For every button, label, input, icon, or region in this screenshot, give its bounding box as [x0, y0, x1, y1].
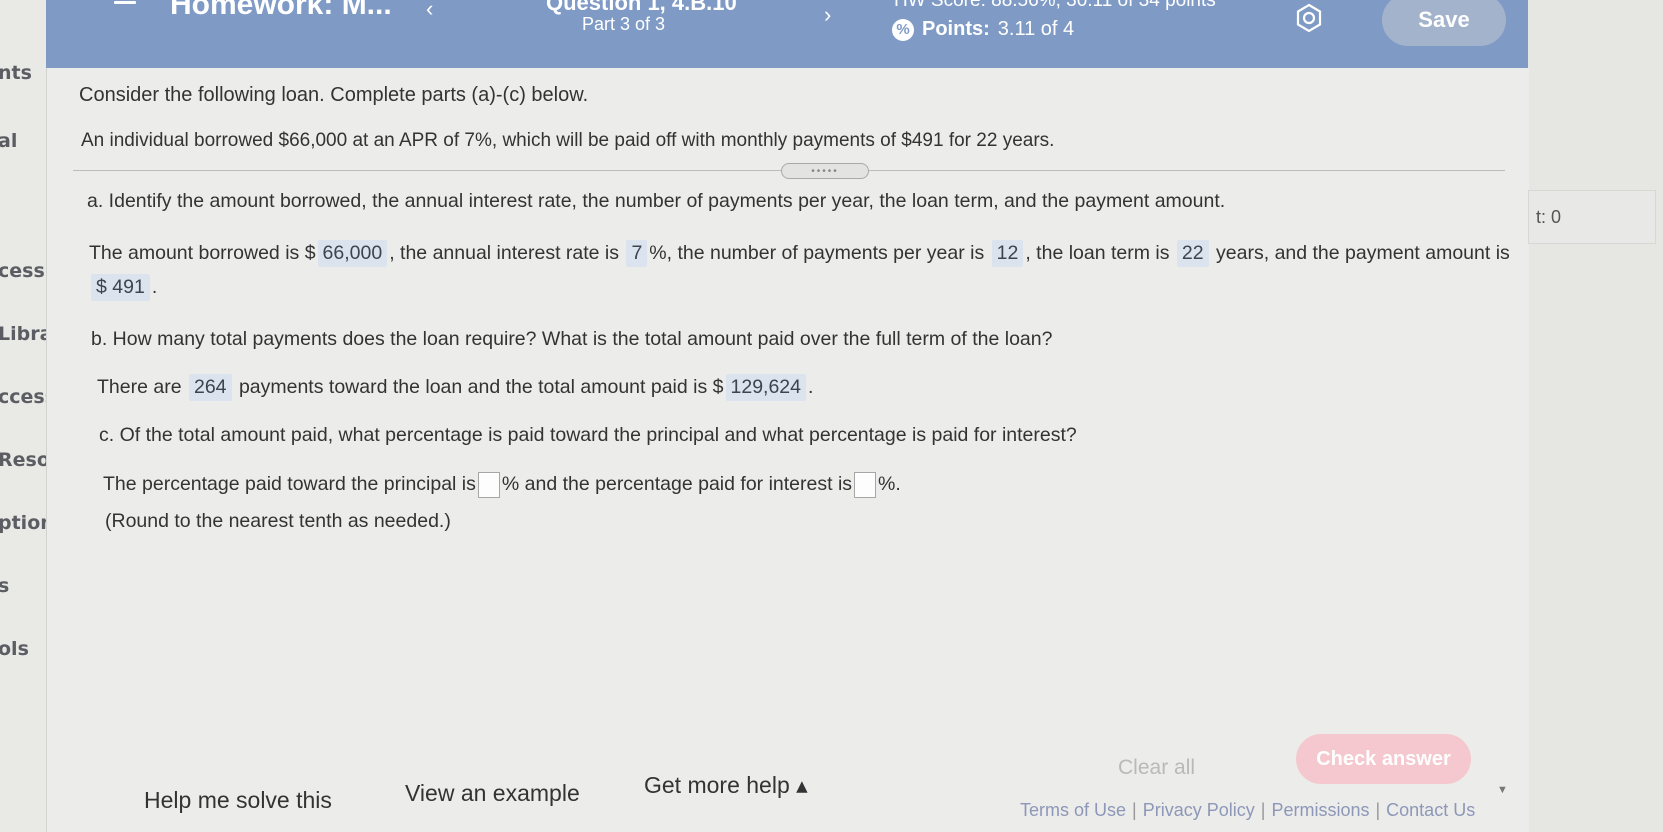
hw-score: HW Score: 88.56%, 30.11 of 34 points [894, 0, 1216, 11]
rounding-note: (Round to the nearest tenth as needed.) [105, 510, 451, 532]
terms-link[interactable]: Terms of Use [1020, 800, 1126, 820]
side-info-text: t: 0 [1536, 207, 1562, 227]
text: %. [878, 473, 901, 496]
text: . [151, 276, 158, 298]
sidebar-item-access[interactable]: cess [0, 260, 45, 282]
part-a-prompt: a. Identify the amount borrowed, the ann… [87, 190, 1226, 212]
view-example-button[interactable]: View an example [405, 780, 580, 807]
answer-loan-term: 22 [1176, 240, 1209, 267]
privacy-link[interactable]: Privacy Policy [1143, 800, 1255, 820]
answer-payment-amount: $ 491 [91, 274, 150, 301]
gear-icon[interactable] [1294, 3, 1324, 33]
part-b-prompt: b. How many total payments does the loan… [91, 328, 1053, 350]
answer-total-paid: 129,624 [725, 374, 806, 401]
scroll-down-icon[interactable]: ▼ [1497, 784, 1508, 796]
text: % and the percentage paid for interest i… [501, 473, 853, 496]
chevron-right-icon[interactable]: › [824, 2, 831, 28]
question-intro: Consider the following loan. Complete pa… [79, 84, 589, 106]
sidebar-item-s[interactable]: s [0, 575, 9, 597]
text: years, and the payment amount is [1216, 242, 1510, 264]
partial-credit-icon: % [892, 18, 914, 41]
part-a-answer-line1: The amount borrowed is $66,000, the annu… [89, 240, 1510, 267]
resize-handle[interactable]: ••••• [781, 163, 869, 179]
payment-value: 491 [112, 276, 145, 298]
points-value: 3.11 of 4 [997, 18, 1075, 40]
screen: nts al cess Library ccess Resourc ptions… [0, 0, 1663, 832]
sidebar-item-tools[interactable]: ols [0, 638, 29, 660]
help-me-solve-button[interactable]: Help me solve this [144, 787, 332, 814]
part-a-answer-line2: $ 491. [89, 274, 157, 301]
text: The amount borrowed is $ [89, 242, 316, 264]
dollar-sign: $ [96, 276, 107, 298]
text: , the annual interest rate is [389, 242, 620, 264]
answer-amount-borrowed: 66,000 [317, 240, 388, 267]
clear-all-button[interactable]: Clear all [1118, 756, 1195, 780]
menu-icon[interactable] [114, 0, 136, 8]
text: %, the number of payments per year is [649, 242, 985, 264]
sidebar-item-portal[interactable]: al [0, 130, 17, 152]
answer-payments-per-year: 12 [991, 240, 1024, 267]
points-display: % Points: 3.11 of 4 [892, 18, 1074, 41]
chevron-left-icon[interactable]: ‹ [426, 0, 433, 22]
contact-link[interactable]: Contact Us [1386, 800, 1475, 820]
interest-percent-input[interactable] [854, 472, 877, 498]
check-answer-button[interactable]: Check answer [1296, 734, 1471, 784]
answer-total-payments: 264 [188, 374, 232, 401]
permissions-link[interactable]: Permissions [1271, 800, 1369, 820]
part-b-answer: There are 264 payments toward the loan a… [97, 374, 813, 401]
text: , the loan term is [1025, 242, 1170, 264]
text: payments toward the loan and the total a… [238, 376, 724, 398]
part-indicator: Part 3 of 3 [582, 14, 666, 34]
text: The percentage paid toward the principal… [103, 473, 476, 496]
text: There are [97, 376, 182, 398]
sidebar-item-assignments[interactable]: nts [0, 62, 32, 84]
part-c-prompt: c. Of the total amount paid, what percen… [99, 424, 1077, 446]
points-label: Points: [922, 18, 990, 40]
homework-title: Homework: M... [170, 0, 392, 21]
answer-interest-rate: 7 [626, 240, 648, 267]
question-statement: An individual borrowed $66,000 at an APR… [81, 130, 1055, 151]
get-more-help-button[interactable]: Get more help ▴ [644, 772, 808, 799]
header-bar: Homework: M... ‹ Question 1, 4.B.10 Part… [46, 0, 1528, 68]
part-c-answer: The percentage paid toward the principal… [103, 472, 901, 498]
text: . [808, 376, 814, 398]
principal-percent-input[interactable] [477, 472, 500, 498]
footer-links: Terms of Use | Privacy Policy | Permissions |… [1020, 800, 1476, 820]
question-panel: Consider the following loan. Complete pa… [46, 68, 1529, 832]
save-button[interactable]: Save [1382, 0, 1506, 46]
